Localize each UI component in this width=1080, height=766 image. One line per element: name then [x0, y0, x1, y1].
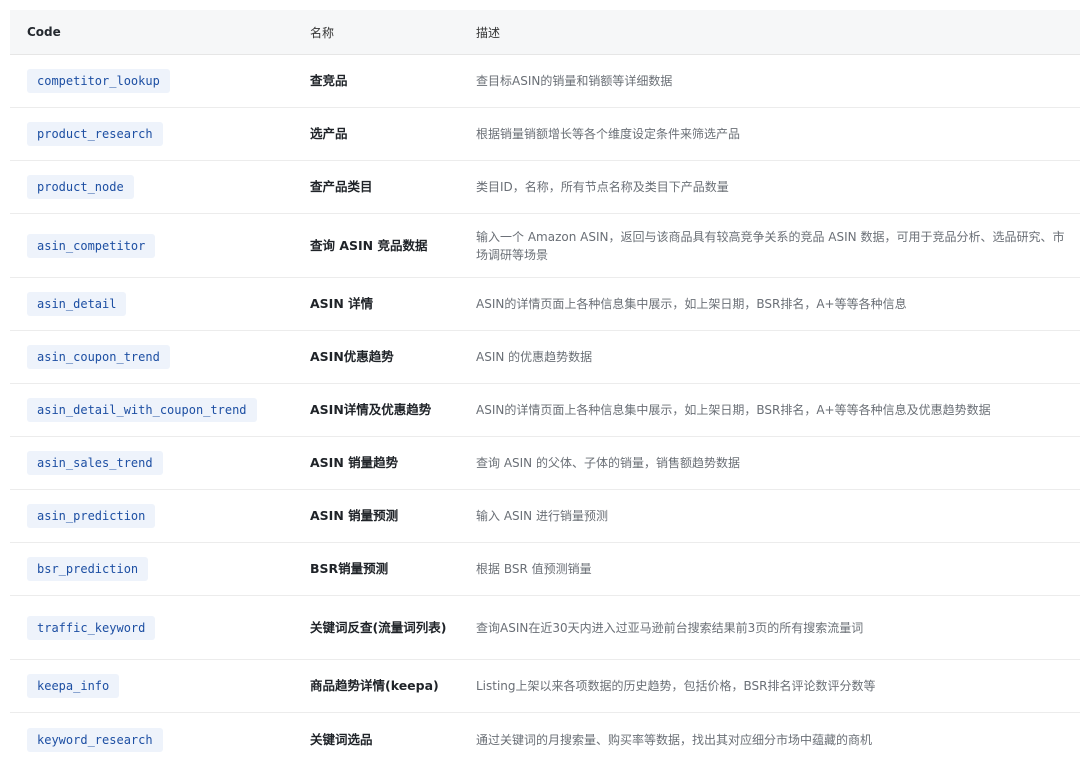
code-cell: asin_detail: [27, 292, 127, 316]
table-row: asin_prediction ASIN 销量预测 输入 ASIN 进行销量预测: [10, 490, 1080, 543]
code-cell: keepa_info: [27, 674, 120, 698]
desc-cell: 查询 ASIN 的父体、子体的销量，销售额趋势数据: [476, 456, 740, 470]
code-cell: product_research: [27, 122, 163, 146]
name-cell: 查竞品: [310, 73, 348, 88]
code-cell: keyword_research: [27, 727, 163, 752]
code-cell: asin_sales_trend: [27, 451, 163, 475]
code-cell: traffic_keyword: [27, 615, 156, 640]
name-cell: 商品趋势详情(keepa): [310, 678, 439, 693]
table-header: Code 名称 描述: [10, 10, 1080, 55]
desc-cell: Listing上架以来各项数据的历史趋势，包括价格，BSR排名评论数评分数等: [476, 679, 876, 693]
table-row: bsr_prediction BSR销量预测 根据 BSR 值预测销量: [10, 543, 1080, 596]
name-cell: ASIN 销量趋势: [310, 455, 399, 470]
name-cell: BSR销量预测: [310, 561, 389, 576]
desc-cell: ASIN的详情页面上各种信息集中展示，如上架日期，BSR排名，A+等等各种信息及…: [476, 403, 991, 417]
table-row: traffic_keyword 关键词反查(流量词列表) 查询ASIN在近30天…: [10, 596, 1080, 660]
name-cell: ASIN优惠趋势: [310, 349, 394, 364]
table-row: asin_detail_with_coupon_trend ASIN详情及优惠趋…: [10, 384, 1080, 437]
desc-cell: 输入 ASIN 进行销量预测: [476, 509, 608, 523]
desc-cell: 查询ASIN在近30天内进入过亚马逊前台搜索结果前3页的所有搜索流量词: [476, 620, 864, 635]
header-desc: 描述: [476, 25, 501, 40]
table-row: product_node 查产品类目 类目ID，名称，所有节点名称及类目下产品数…: [10, 161, 1080, 214]
desc-cell: 类目ID，名称，所有节点名称及类目下产品数量: [476, 180, 729, 194]
desc-cell: 通过关键词的月搜索量、购买率等数据，找出其对应细分市场中蕴藏的商机: [476, 732, 873, 747]
code-cell: asin_prediction: [27, 504, 156, 528]
table-row: asin_sales_trend ASIN 销量趋势 查询 ASIN 的父体、子…: [10, 437, 1080, 490]
table-row: competitor_lookup 查竞品 查目标ASIN的销量和销额等详细数据: [10, 55, 1080, 108]
name-cell: ASIN详情及优惠趋势: [310, 402, 432, 417]
name-cell: 关键词选品: [310, 731, 373, 747]
desc-cell: ASIN的详情页面上各种信息集中展示，如上架日期，BSR排名，A+等等各种信息: [476, 297, 907, 311]
table-row: asin_detail ASIN 详情 ASIN的详情页面上各种信息集中展示，如…: [10, 278, 1080, 331]
name-cell: 选产品: [310, 126, 348, 141]
code-cell: competitor_lookup: [27, 69, 170, 93]
code-cell: asin_detail_with_coupon_trend: [27, 398, 257, 422]
table-row: asin_competitor 查询 ASIN 竞品数据 输入一个 Amazon…: [10, 214, 1080, 278]
code-cell: asin_competitor: [27, 233, 156, 258]
api-table: Code 名称 描述 competitor_lookup 查竞品 查目标ASIN…: [10, 10, 1080, 766]
desc-cell: 根据销量销额增长等各个维度设定条件来筛选产品: [476, 127, 741, 141]
name-cell: 查询 ASIN 竞品数据: [310, 237, 428, 253]
header-name: 名称: [310, 25, 335, 40]
name-cell: ASIN 详情: [310, 296, 374, 311]
code-cell: bsr_prediction: [27, 557, 149, 581]
table-row: keepa_info 商品趋势详情(keepa) Listing上架以来各项数据…: [10, 660, 1080, 713]
desc-cell: 根据 BSR 值预测销量: [476, 562, 592, 576]
table-row: product_research 选产品 根据销量销额增长等各个维度设定条件来筛…: [10, 108, 1080, 161]
desc-cell: 输入一个 Amazon ASIN，返回与该商品具有较高竞争关系的竞品 ASIN …: [476, 229, 1065, 262]
desc-cell: 查目标ASIN的销量和销额等详细数据: [476, 74, 673, 88]
name-cell: 关键词反查(流量词列表): [310, 619, 447, 635]
table-row: asin_coupon_trend ASIN优惠趋势 ASIN 的优惠趋势数据: [10, 331, 1080, 384]
desc-cell: ASIN 的优惠趋势数据: [476, 350, 593, 364]
code-cell: asin_coupon_trend: [27, 345, 170, 369]
name-cell: 查产品类目: [310, 179, 373, 194]
name-cell: ASIN 销量预测: [310, 508, 399, 523]
header-code: Code: [27, 25, 61, 39]
table-row: keyword_research 关键词选品 通过关键词的月搜索量、购买率等数据…: [10, 713, 1080, 766]
code-cell: product_node: [27, 175, 134, 199]
